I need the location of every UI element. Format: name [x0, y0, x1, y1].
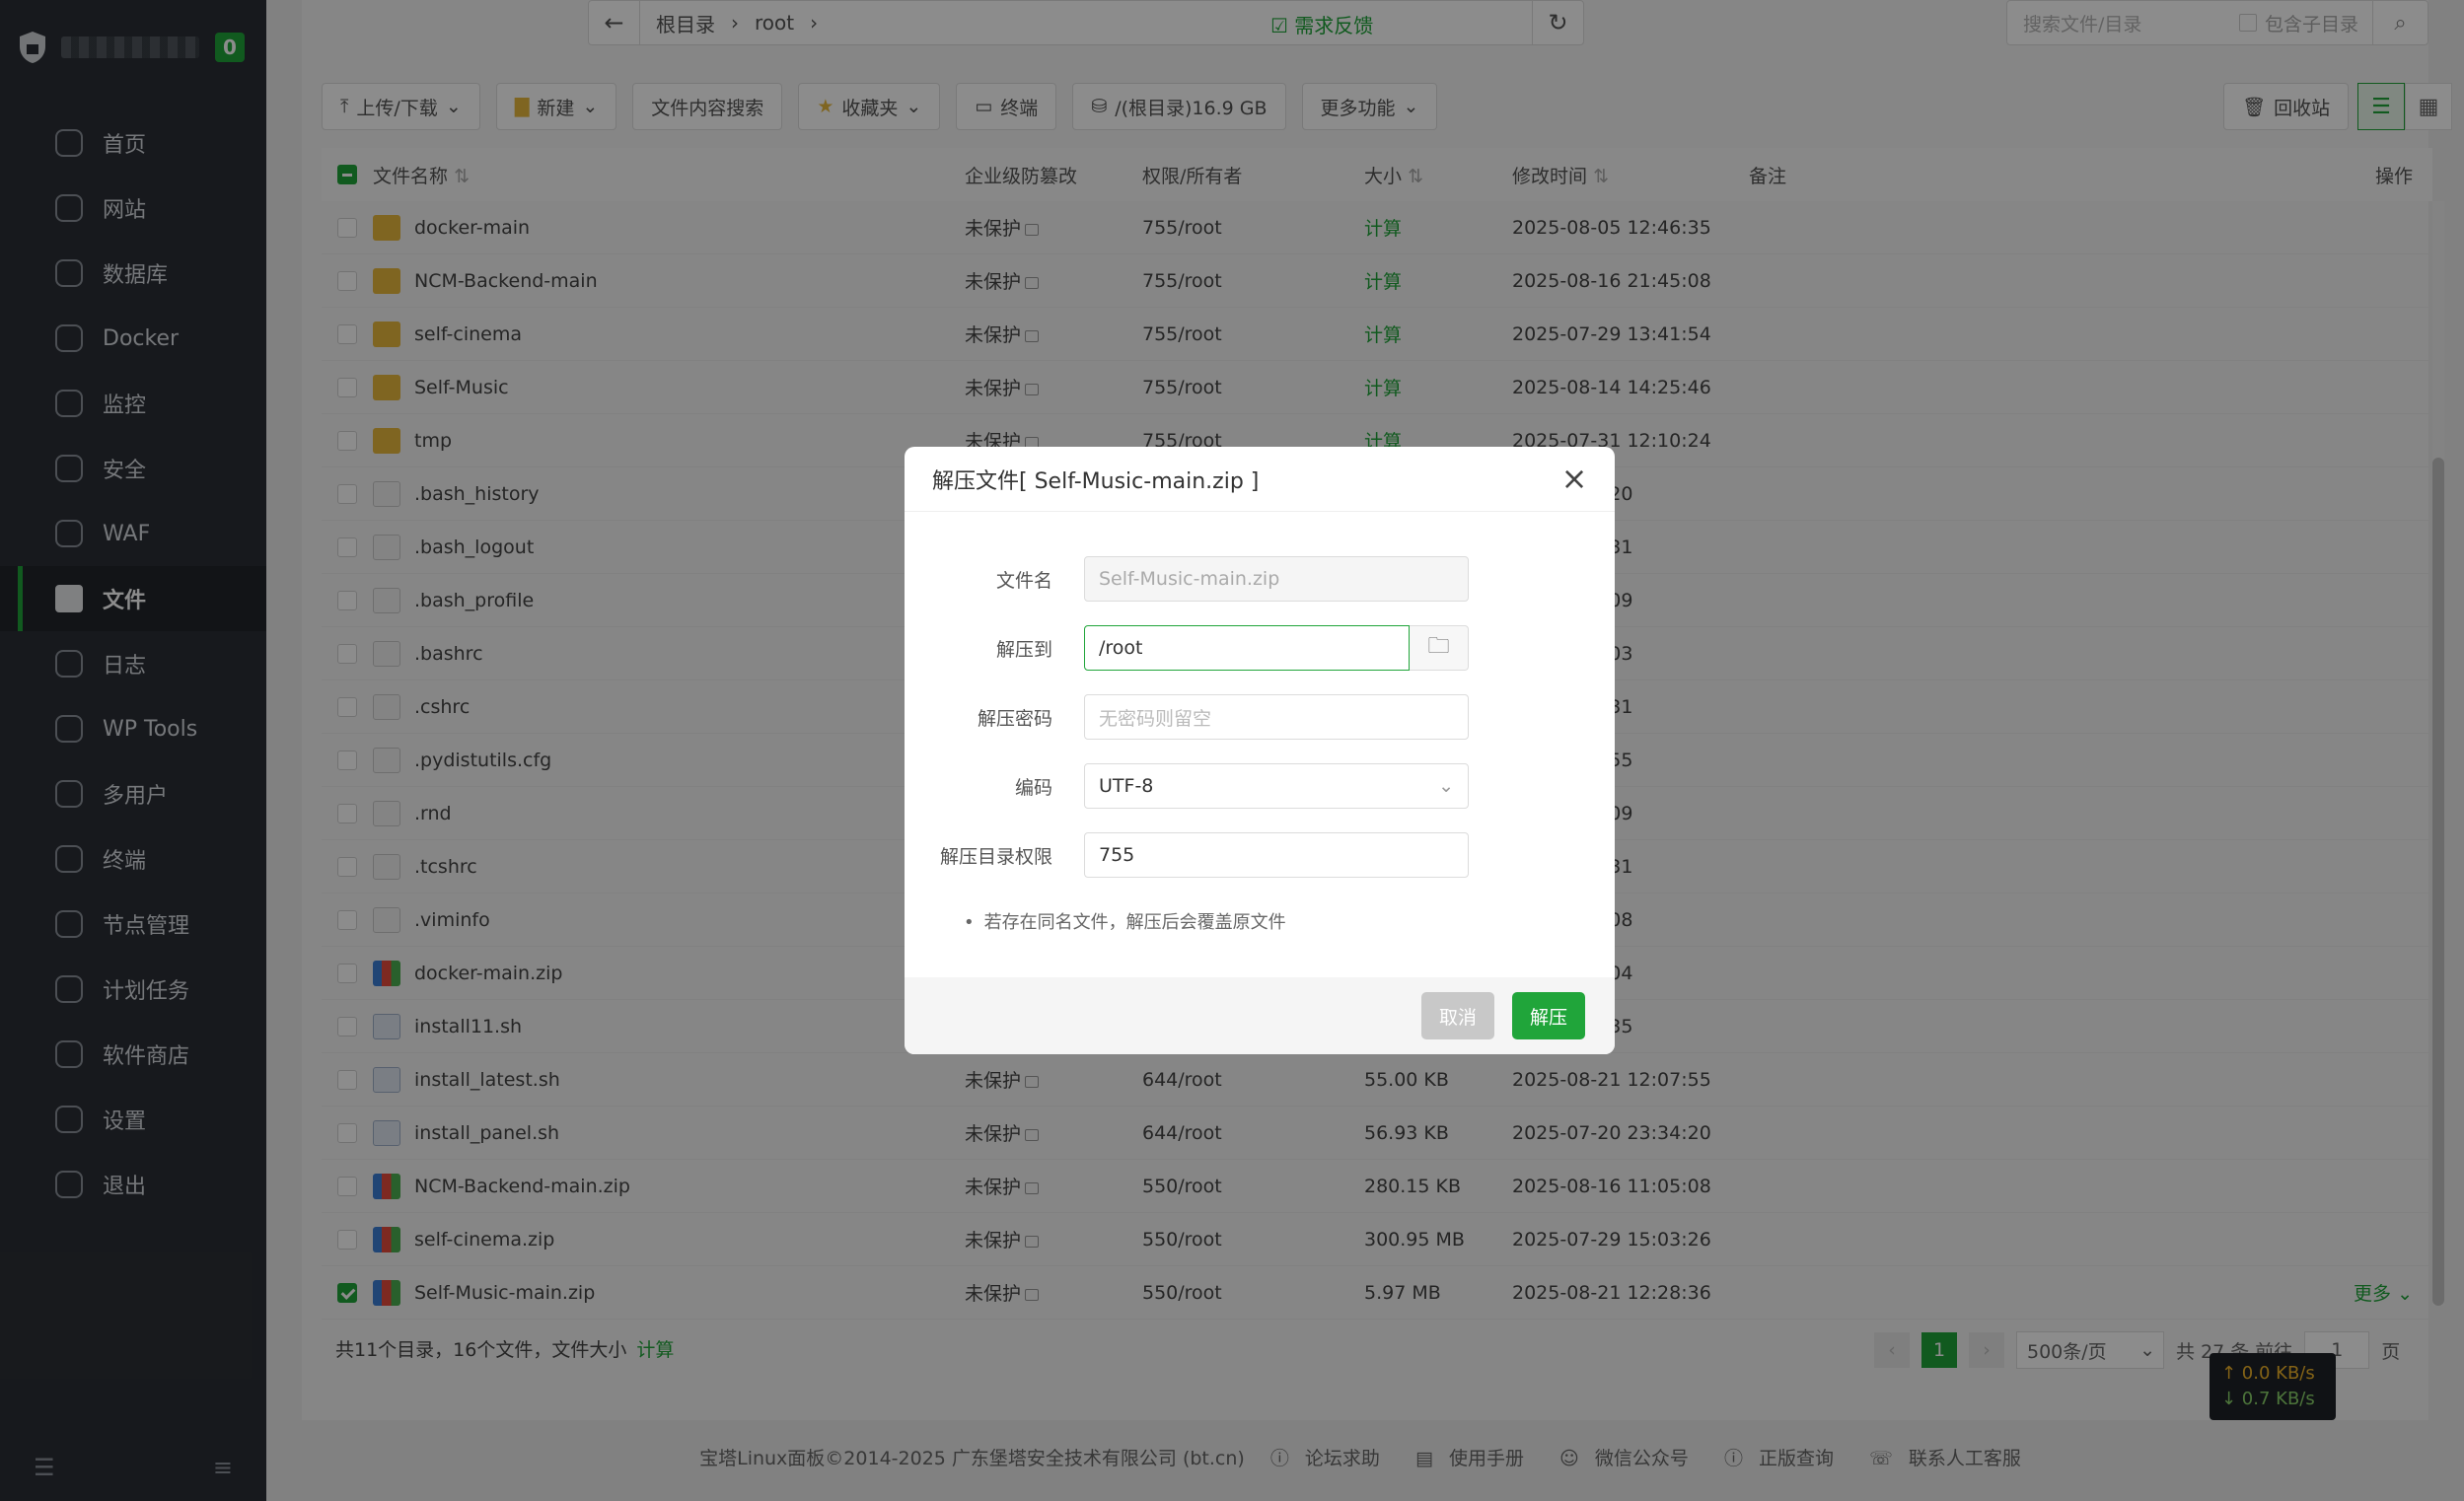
extract-to-path-input[interactable]: /root	[1084, 625, 1410, 671]
dialog-header: 解压文件[ Self-Music-main.zip ] ×	[905, 447, 1615, 512]
filename-label: 文件名	[995, 569, 1052, 592]
encoding-select[interactable]: UTF-8 ⌄	[1084, 763, 1469, 809]
encoding-value: UTF-8	[1099, 775, 1154, 797]
chevron-down-icon: ⌄	[1438, 775, 1454, 797]
dialog-title: 解压文件[ Self-Music-main.zip ]	[932, 468, 1260, 494]
perm-input[interactable]: 755	[1084, 832, 1469, 878]
password-input[interactable]: 无密码则留空	[1084, 694, 1469, 740]
extract-button[interactable]: 解压	[1511, 992, 1585, 1039]
password-label: 解压密码	[977, 707, 1052, 730]
password-row: 解压密码 无密码则留空	[905, 693, 1615, 741]
encoding-row: 编码 UTF-8 ⌄	[905, 762, 1615, 810]
folder-picker-icon[interactable]: 🗀	[1410, 625, 1469, 671]
extract-to-label: 解压到	[995, 638, 1052, 661]
perm-label: 解压目录权限	[939, 845, 1052, 868]
perm-row: 解压目录权限 755	[905, 831, 1615, 879]
close-icon[interactable]: ×	[1558, 463, 1591, 496]
overwrite-note: 若存在同名文件，解压后会覆盖原文件	[905, 908, 1615, 934]
extract-form: 文件名 Self-Music-main.zip 解压到 /root 🗀 解压密码…	[905, 512, 1615, 934]
dialog-footer: 取消 解压	[905, 977, 1615, 1054]
filename-row: 文件名 Self-Music-main.zip	[905, 555, 1615, 603]
filename-field: Self-Music-main.zip	[1084, 556, 1469, 602]
extract-dialog: 解压文件[ Self-Music-main.zip ] × 文件名 Self-M…	[905, 447, 1615, 1054]
extract-to-row: 解压到 /root 🗀	[905, 624, 1615, 672]
encoding-label: 编码	[1014, 776, 1052, 799]
cancel-button[interactable]: 取消	[1420, 992, 1494, 1039]
